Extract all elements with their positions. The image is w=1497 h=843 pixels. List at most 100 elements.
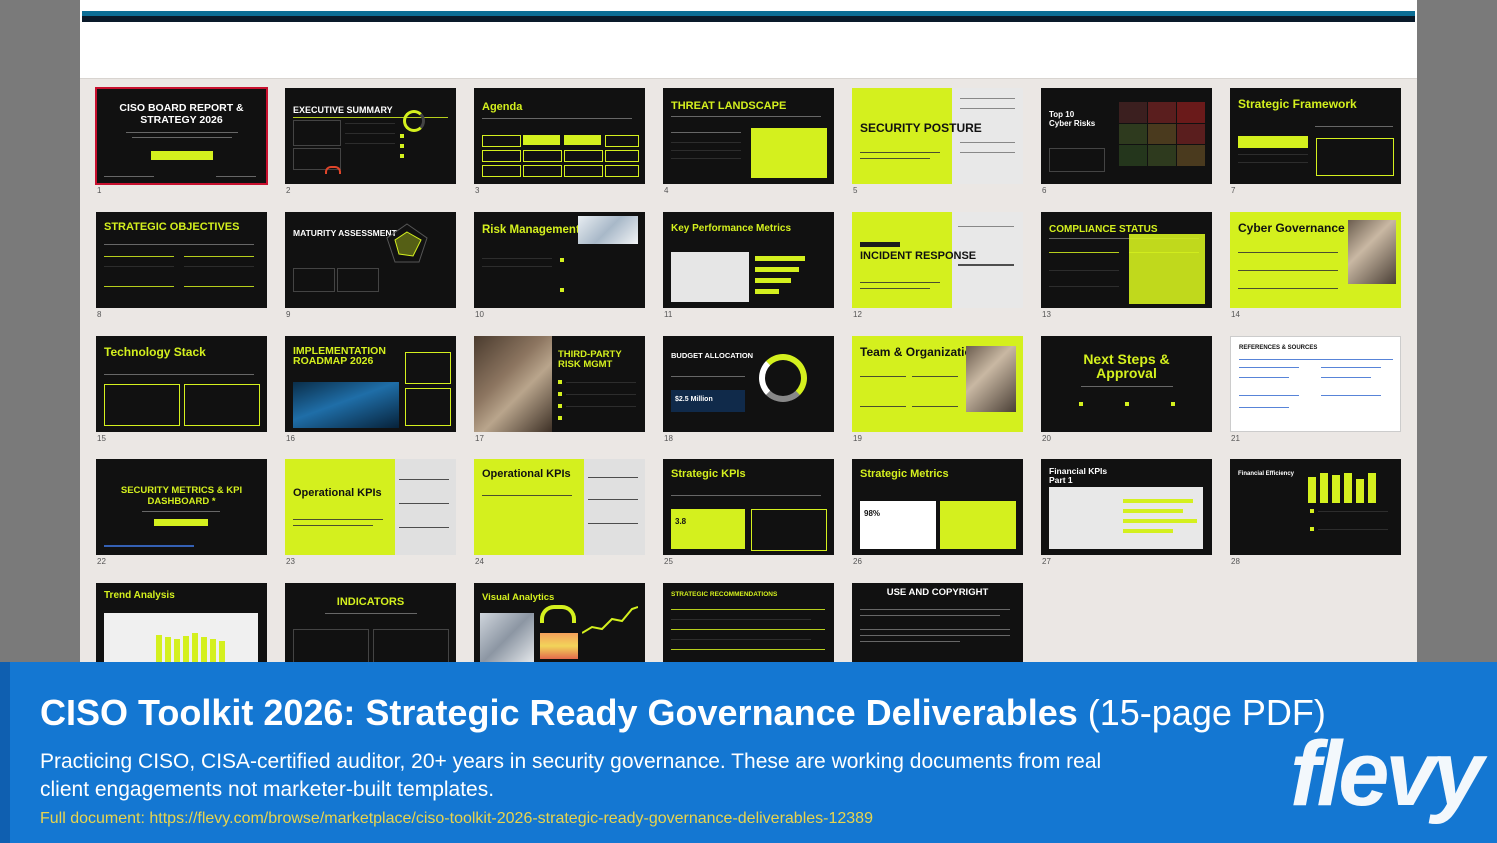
slide-thumbnail[interactable]: Financial Efficiency 28 [1230,459,1401,566]
slide-10[interactable]: Risk Management [474,212,645,308]
slide-30[interactable]: INDICATORS [285,583,456,662]
divider [184,256,254,257]
slide-2[interactable]: EXECUTIVE SUMMARY [285,88,456,184]
text-line [1315,126,1393,127]
slide-thumbnail[interactable]: Risk Management 10 [474,212,645,319]
slide-title: Operational KPIs [482,468,571,480]
slide-4[interactable]: THREAT LANDSCAPE [663,88,834,184]
slide-thumbnail[interactable]: Cyber Governance 14 [1230,212,1401,319]
slide-thumbnail[interactable]: CISO BOARD REPORT & STRATEGY 2026 1 [95,87,268,195]
slide-20[interactable]: Next Steps & Approval [1041,336,1212,432]
footer-link [104,545,194,547]
text-line [671,376,745,377]
slide-thumbnail[interactable]: SECURITY POSTURE 5 [852,88,1023,195]
indicator-box [293,629,369,662]
text-line [345,123,395,124]
banner-description: Practicing CISO, CISA-certified auditor,… [40,750,1102,801]
slide-19[interactable]: Team & Organization [852,336,1023,432]
slide-thumbnail[interactable]: INDICATORS [285,583,456,662]
slide-22[interactable]: SECURITY METRICS & KPI DASHBOARD * [96,459,267,555]
slide-thumbnail[interactable]: Team & Organization 19 [852,336,1023,443]
slide-photo [578,216,638,244]
text-line [126,132,238,133]
slide-thumbnail[interactable]: Financial KPIs Part 1 27 [1041,459,1212,566]
slide-18[interactable]: BUDGET ALLOCATION $2.5 Million [663,336,834,432]
text-line [860,641,960,642]
page-number: 14 [1231,310,1240,319]
slide-thumbnail[interactable]: SECURITY METRICS & KPI DASHBOARD * 22 [96,459,267,566]
slide-3[interactable]: Agenda [474,88,645,184]
quarter-box [405,352,451,384]
cta-bar [151,151,213,160]
agenda-box [605,165,639,177]
slide-thumbnail[interactable]: BUDGET ALLOCATION $2.5 Million 18 [663,336,834,443]
slide-thumbnail[interactable]: STRATEGIC RECOMMENDATIONS [663,583,834,662]
slide-29[interactable]: Trend Analysis [96,583,267,662]
bullet [400,144,404,148]
slide-23[interactable]: Operational KPIs [285,459,456,555]
slide-thumbnail[interactable]: Next Steps & Approval 20 [1041,336,1212,443]
slide-26[interactable]: Strategic Metrics 98% [852,459,1023,555]
divider [1239,359,1393,360]
slide-13[interactable]: COMPLIANCE STATUS [1041,212,1212,308]
slide-28[interactable]: Financial Efficiency [1230,459,1401,555]
gauge-icon [325,166,341,174]
slide-12[interactable]: INCIDENT RESPONSE [852,212,1023,308]
agenda-box [564,135,601,145]
slide-25[interactable]: Strategic KPIs 3.8 [663,459,834,555]
banner-title: CISO Toolkit 2026: Strategic Ready Gover… [40,692,1326,734]
slide-thumbnail[interactable]: Key Performance Metrics 11 [663,212,834,319]
slide-7[interactable]: Strategic Framework [1230,88,1401,184]
agenda-box [523,165,562,177]
flevy-logo: flevy [1290,723,1484,825]
slide-thumbnail[interactable]: Trend Analysis [96,583,267,662]
slide-thumbnail[interactable]: Strategic KPIs 3.8 25 [663,459,834,566]
slide-31[interactable]: Visual Analytics [474,583,645,662]
chart-bar [1123,509,1183,513]
slide-thumbnail[interactable]: IMPLEMENTATION ROADMAP 2026 16 [285,336,456,443]
page-number: 5 [853,186,858,195]
slide-thumbnail[interactable]: Strategic Metrics 98% 26 [852,459,1023,566]
slide-thumbnail[interactable]: Technology Stack 15 [96,336,267,443]
slide-15[interactable]: Technology Stack [96,336,267,432]
text-line [1238,252,1338,253]
slide-thumbnail[interactable]: Agenda 3 [474,88,645,195]
slide-17[interactable]: THIRD-PARTY RISK MGMT [474,336,645,432]
slide-27[interactable]: Financial KPIs Part 1 [1041,459,1212,555]
slide-thumbnail[interactable]: Operational KPIs 24 [474,459,645,566]
slide-thumbnail[interactable]: Visual Analytics [474,583,645,662]
page-number: 18 [664,434,673,443]
slide-6[interactable]: Top 10 Cyber Risks [1041,88,1212,184]
slide-14[interactable]: Cyber Governance [1230,212,1401,308]
slide-16[interactable]: IMPLEMENTATION ROADMAP 2026 [285,336,456,432]
document-link[interactable]: Full document: https://flevy.com/browse/… [40,810,873,828]
slide-9[interactable]: MATURITY ASSESSMENT [285,212,456,308]
slide-thumbnail[interactable]: Top 10 Cyber Risks 6 [1041,88,1212,195]
slide-thumbnail[interactable]: REFERENCES & SOURCES 21 [1230,336,1401,443]
slide-thumbnail[interactable]: EXECUTIVE SUMMARY 2 [285,88,456,195]
slide-thumbnail[interactable]: COMPLIANCE STATUS 13 [1041,212,1212,319]
slide-11[interactable]: Key Performance Metrics [663,212,834,308]
slide-thumbnail[interactable]: STRATEGIC OBJECTIVES 8 [96,212,267,319]
slide-thumbnail[interactable]: THIRD-PARTY RISK MGMT 17 [474,336,645,443]
slide-5[interactable]: SECURITY POSTURE [852,88,1023,184]
legend-box [1049,148,1105,172]
slide-title: STRATEGIC RECOMMENDATIONS [671,591,778,598]
slide-thumbnail[interactable]: THREAT LANDSCAPE 4 [663,88,834,195]
chart-panel [1049,487,1203,549]
slide-thumbnail[interactable]: Strategic Framework 7 [1230,88,1401,195]
slide-24[interactable]: Operational KPIs [474,459,645,555]
slide-title: Financial Efficiency [1238,471,1295,477]
slide-8[interactable]: STRATEGIC OBJECTIVES [96,212,267,308]
slide-21[interactable]: REFERENCES & SOURCES [1230,336,1401,432]
slide-thumbnail[interactable]: MATURITY ASSESSMENT 9 [285,212,456,319]
text-line [960,152,1015,153]
slide-1[interactable]: CISO BOARD REPORT & STRATEGY 2026 [95,87,268,185]
slide-thumbnail[interactable]: USE AND COPYRIGHT [852,583,1023,662]
compliance-panel [1129,234,1205,304]
slide-32[interactable]: STRATEGIC RECOMMENDATIONS [663,583,834,662]
slide-33[interactable]: USE AND COPYRIGHT [852,583,1023,662]
page-number: 28 [1231,557,1240,566]
slide-thumbnail[interactable]: Operational KPIs 23 [285,459,456,566]
slide-thumbnail[interactable]: INCIDENT RESPONSE 12 [852,212,1023,319]
